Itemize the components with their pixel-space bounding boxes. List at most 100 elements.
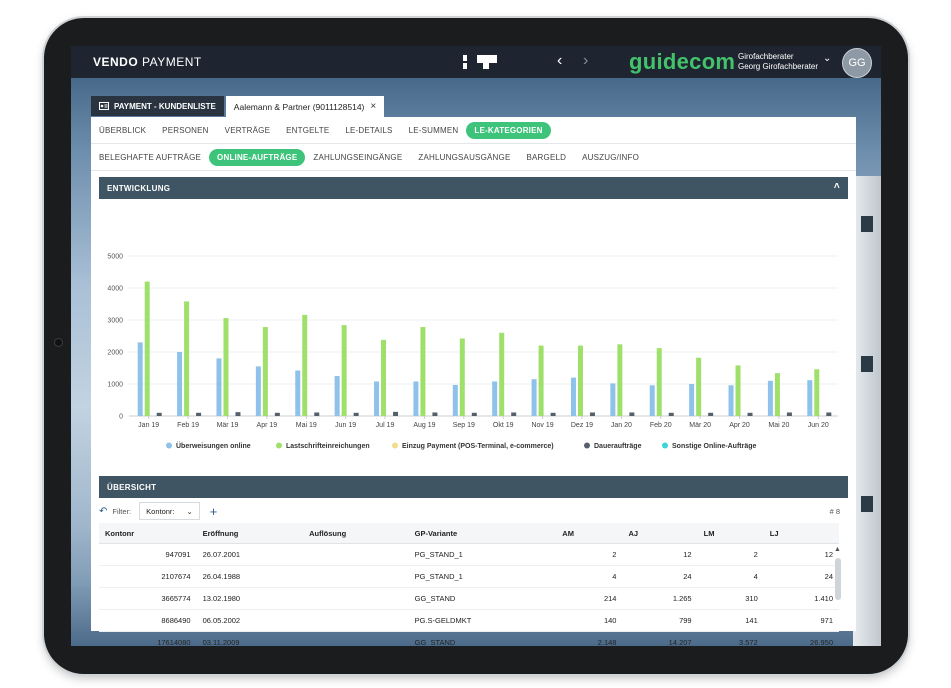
- overview-section-header: ÜBERSICHT: [99, 476, 848, 498]
- bar-dauerauftr-ge-apr-20: [747, 412, 753, 416]
- tab-secondary-1[interactable]: ONLINE-AUFTRÄGE: [209, 148, 306, 166]
- bar-dauerauftr-ge-apr-19: [274, 412, 280, 416]
- bar-lastschrifteinreichungen-nov-19: [538, 345, 544, 416]
- table-cell: 13.02.1980: [196, 587, 304, 610]
- tab-primary-6[interactable]: LE-KATEGORIEN: [466, 121, 551, 139]
- table-cell: PG_STAND_1: [408, 543, 557, 566]
- user-info[interactable]: Girofachberater Georg Girofachberater: [738, 52, 818, 72]
- scroll-up-icon[interactable]: ▲: [834, 546, 841, 553]
- table-row[interactable]: 8686490 06.05.2002 PG.S-GELDMKT 140 799 141 97…: [99, 609, 839, 632]
- bar-dauerauftr-ge-jun-19: [353, 412, 359, 416]
- table-cell: 214: [556, 587, 623, 610]
- tab-primary-1[interactable]: PERSONEN: [154, 126, 217, 135]
- bar-dauerauftr-ge-sep-19: [471, 412, 477, 416]
- table-cell: 799: [622, 609, 698, 632]
- chevron-down-icon: ⌄: [186, 506, 193, 516]
- x-tick-label: Mär 19: [217, 422, 239, 429]
- column-header[interactable]: LM: [697, 523, 764, 544]
- bar-dauerauftr-ge-dez-19: [589, 412, 595, 416]
- bar--berweisungen-online-jan-20: [610, 383, 616, 416]
- table-cell: 12: [763, 543, 839, 566]
- tab-secondary-2[interactable]: ZAHLUNGSEINGÄNGE: [305, 153, 410, 162]
- table-row[interactable]: 947091 26.07.2001 PG_STAND_1 2 12 2 12: [99, 543, 839, 566]
- bar--berweisungen-online-sep-19: [452, 384, 458, 416]
- bar-dauerauftr-ge-okt-19: [511, 412, 517, 416]
- table-cell: 17614080: [99, 631, 197, 646]
- column-header[interactable]: Eröffnung: [196, 523, 304, 544]
- tab-primary-0[interactable]: ÜBERBLICK: [91, 126, 154, 135]
- column-header[interactable]: GP-Variante: [408, 523, 557, 544]
- chart-section-header[interactable]: ENTWICKLUNG ˄: [99, 177, 848, 199]
- chevron-down-icon[interactable]: ⌄: [823, 53, 831, 64]
- bar-lastschrifteinreichungen-feb-20: [656, 348, 662, 416]
- bar-lastschrifteinreichungen-sep-19: [459, 338, 465, 416]
- x-tick-label: Apr 20: [729, 422, 750, 429]
- table-toolbar: ↶ Filter: Kontonr: ⌄ + # 8: [99, 500, 848, 522]
- table-cell: 14.207: [622, 631, 698, 646]
- bar-dauerauftr-ge-mai-19: [314, 412, 320, 416]
- bar-dauerauftr-ge-jul-19: [393, 411, 399, 416]
- table-cell: 140: [556, 609, 623, 632]
- chevron-up-icon[interactable]: ˄: [834, 181, 840, 192]
- camera-dot: [54, 338, 63, 347]
- tab-secondary-0[interactable]: BELEGHAFTE AUFTRÄGE: [91, 153, 209, 162]
- bar-dauerauftr-ge-jan-19: [156, 412, 162, 416]
- y-tick-label: 0: [119, 414, 123, 421]
- table-cell: 24: [763, 565, 839, 588]
- tab-customer[interactable]: Aalemann & Partner (9011128514) ×: [225, 96, 385, 117]
- avatar[interactable]: GG: [842, 48, 872, 78]
- table-cell: PG_STAND_1: [408, 565, 557, 588]
- back-arrow-icon[interactable]: ‹: [557, 52, 562, 70]
- column-header[interactable]: AM: [556, 523, 623, 544]
- undo-icon[interactable]: ↶: [99, 506, 107, 517]
- bar-dauerauftr-ge-feb-19: [196, 412, 202, 416]
- table-scrollbar[interactable]: ▲ ▼: [833, 546, 843, 646]
- tab-secondary-3[interactable]: ZAHLUNGSAUSGÄNGE: [410, 153, 518, 162]
- filter-select[interactable]: Kontonr: ⌄: [139, 502, 200, 520]
- legend-swatch: [166, 442, 172, 449]
- tab-secondary-5[interactable]: AUSZUG/INFO: [574, 153, 647, 162]
- table-row[interactable]: 2107674 26.04.1988 PG_STAND_1 4 24 4 24: [99, 565, 839, 588]
- add-filter-button[interactable]: +: [210, 504, 218, 519]
- column-header[interactable]: Kontonr: [99, 523, 197, 544]
- scroll-down-icon[interactable]: ▼: [834, 645, 841, 646]
- column-header[interactable]: Auflösung: [303, 523, 409, 544]
- table-row[interactable]: 3665774 13.02.1980 GG_STAND 214 1.265 310 1.41…: [99, 587, 839, 610]
- table-cell: 06.05.2002: [196, 609, 304, 632]
- tab-primary-5[interactable]: LE-SUMMEN: [401, 126, 467, 135]
- table-cell: 03.11.2009: [196, 631, 304, 646]
- bar--berweisungen-online-mär-20: [689, 384, 695, 416]
- background-lighthouse: [853, 176, 881, 646]
- bar-dauerauftr-ge-mai-20: [786, 412, 792, 416]
- table-row[interactable]: 17614080 03.11.2009 GG_STAND 2.148 14.207 3.5…: [99, 631, 839, 646]
- forward-arrow-icon[interactable]: ›: [583, 52, 588, 70]
- bar--berweisungen-online-okt-19: [492, 381, 498, 416]
- legend-swatch: [584, 442, 590, 449]
- tab-secondary-4[interactable]: BARGELD: [518, 153, 574, 162]
- legend-label: Daueraufträge: [594, 443, 642, 450]
- tab-primary-4[interactable]: LE-DETAILS: [337, 126, 400, 135]
- tab-primary-3[interactable]: ENTGELTE: [278, 126, 337, 135]
- y-tick-label: 1000: [107, 382, 123, 389]
- table-cell: [303, 609, 409, 632]
- column-header[interactable]: AJ: [622, 523, 698, 544]
- scroll-thumb[interactable]: [835, 558, 841, 600]
- bar-dauerauftr-ge-aug-19: [432, 412, 438, 416]
- bar-lastschrifteinreichungen-mai-20: [774, 373, 780, 416]
- overview-table: Kontonr Eröffnung Auflösung GP-Variante AM AJ…: [99, 523, 839, 646]
- tab-kundenliste[interactable]: PAYMENT - KUNDENLISTE: [91, 96, 224, 116]
- column-header[interactable]: LJ: [763, 523, 839, 544]
- x-tick-label: Aug 19: [413, 422, 435, 429]
- table-cell: 2107674: [99, 565, 197, 588]
- home-logo-icon[interactable]: [463, 54, 499, 70]
- close-icon[interactable]: ×: [370, 101, 376, 112]
- bar-lastschrifteinreichungen-jun-20: [814, 369, 820, 416]
- x-tick-label: Apr 19: [257, 422, 278, 429]
- tab-primary-2[interactable]: VERTRÄGE: [217, 126, 278, 135]
- x-tick-label: Jul 19: [376, 422, 395, 429]
- table-cell: 4: [556, 565, 623, 588]
- bar-dauerauftr-ge-jun-20: [826, 412, 832, 416]
- table-cell: [303, 543, 409, 566]
- bar-dauerauftr-ge-mär-20: [708, 412, 714, 416]
- guidecom-logo: guidecom: [629, 49, 736, 74]
